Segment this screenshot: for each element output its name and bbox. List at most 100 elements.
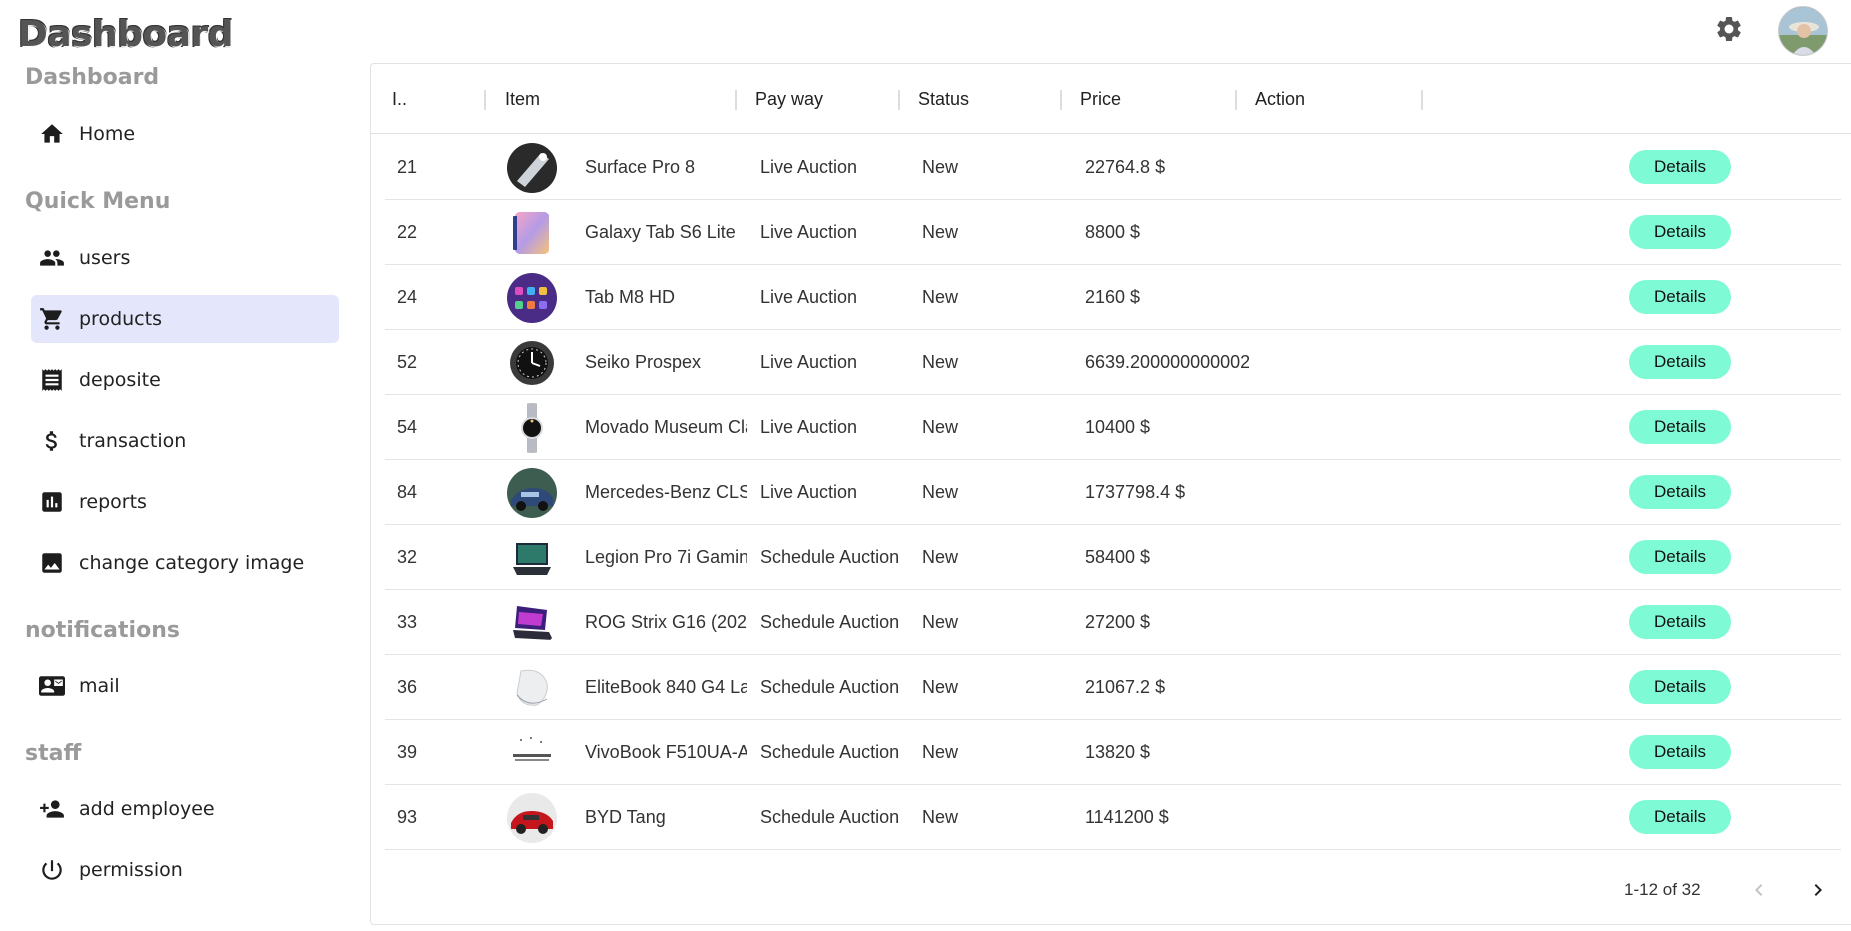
pagination-range: 1-12 of 32: [1624, 880, 1701, 899]
chevron-right-icon[interactable]: [1804, 876, 1832, 904]
table-row[interactable]: 52 Seiko Prospex Live Auction New 6639.2…: [385, 330, 1841, 395]
shopping-cart-icon: [31, 306, 75, 332]
table-row[interactable]: 36 EliteBook 840 G4 La Schedule Auction …: [385, 655, 1841, 720]
product-thumbnail: [507, 793, 557, 843]
sidebar-item-users[interactable]: users: [31, 234, 339, 282]
table-row[interactable]: 84 Mercedes-Benz CLS Live Auction New 17…: [385, 460, 1841, 525]
section-title-quick-menu: Quick Menu: [25, 189, 171, 214]
column-separator[interactable]: [898, 90, 900, 110]
sidebar-item-label: users: [79, 247, 131, 269]
column-header-price[interactable]: Price: [1080, 64, 1121, 134]
product-thumbnail: [507, 143, 557, 193]
sidebar-item-label: Home: [79, 123, 136, 145]
sidebar-item-products[interactable]: products: [31, 295, 339, 343]
column-header-id[interactable]: I..: [392, 64, 407, 134]
product-thumbnail: [507, 403, 557, 453]
cell-status: New: [922, 222, 959, 242]
details-button[interactable]: Details: [1629, 280, 1731, 314]
sidebar-item-add-employee[interactable]: add employee: [31, 785, 339, 833]
gear-icon[interactable]: [1714, 14, 1744, 44]
cell-pay-way: Live Auction: [760, 482, 858, 502]
cell-price: 6639.200000000002: [1085, 352, 1249, 372]
person-add-icon: [31, 796, 75, 822]
cell-pay-way: Schedule Auction: [760, 547, 900, 567]
details-button[interactable]: Details: [1629, 540, 1731, 574]
table-row[interactable]: 33 ROG Strix G16 (202 Schedule Auction N…: [385, 590, 1841, 655]
details-button[interactable]: Details: [1629, 800, 1731, 834]
product-thumbnail: [507, 273, 557, 323]
details-button[interactable]: Details: [1629, 670, 1731, 704]
table-row-partial[interactable]: [385, 850, 1841, 857]
sidebar-item-transaction[interactable]: transaction: [31, 417, 339, 465]
cell-price: 27200 $: [1085, 612, 1151, 632]
column-separator[interactable]: [1421, 90, 1423, 110]
table-row[interactable]: 32 Legion Pro 7i Gamin Schedule Auction …: [385, 525, 1841, 590]
dashboard-app: Dashboard Dashboard Home Quick Menu user…: [0, 0, 1851, 931]
cell-id: 21: [397, 157, 418, 177]
column-separator[interactable]: [484, 90, 486, 110]
table-row[interactable]: 21 Surface Pro 8 Live Auction New 22764.…: [385, 135, 1841, 200]
table-row[interactable]: 24 Tab M8 HD Live Auction New 2160 $ Det…: [385, 265, 1841, 330]
cell-id: 84: [397, 482, 418, 502]
cell-pay-way: Live Auction: [760, 157, 858, 177]
cell-id: 54: [397, 417, 418, 437]
cell-id: 32: [397, 547, 418, 567]
details-button[interactable]: Details: [1629, 410, 1731, 444]
chevron-left-icon[interactable]: [1745, 876, 1773, 904]
cell-item: Galaxy Tab S6 Lite: [585, 222, 736, 242]
column-separator[interactable]: [1060, 90, 1062, 110]
details-button[interactable]: Details: [1629, 735, 1731, 769]
cell-id: 39: [397, 742, 418, 762]
sidebar-item-home[interactable]: Home: [31, 110, 339, 158]
cell-pay-way: Schedule Auction: [760, 742, 900, 762]
bar-chart-icon: [31, 489, 75, 515]
cell-price: 10400 $: [1085, 417, 1151, 437]
sidebar-item-deposite[interactable]: deposite: [31, 356, 339, 404]
column-header-action[interactable]: Action: [1255, 64, 1305, 134]
column-header-pay-way[interactable]: Pay way: [755, 64, 823, 134]
product-thumbnail: [507, 208, 557, 258]
table-body: 21 Surface Pro 8 Live Auction New 22764.…: [385, 135, 1841, 857]
cell-status: New: [922, 547, 959, 567]
column-header-item[interactable]: Item: [505, 64, 540, 134]
column-separator[interactable]: [1235, 90, 1237, 110]
sidebar-item-label: change category image: [79, 552, 305, 574]
details-button[interactable]: Details: [1629, 215, 1731, 249]
sidebar-item-change-category-image[interactable]: change category image: [31, 539, 339, 587]
cell-status: New: [922, 612, 959, 632]
table-row[interactable]: 39 VivoBook F510UA-A Schedule Auction Ne…: [385, 720, 1841, 785]
section-title-notifications: notifications: [25, 618, 180, 643]
column-header-status[interactable]: Status: [918, 64, 969, 134]
product-thumbnail: [507, 663, 557, 713]
table-header: I.. Item Pay way Status Price Action: [371, 64, 1851, 134]
user-avatar[interactable]: [1778, 6, 1828, 56]
cell-status: New: [922, 352, 959, 372]
sidebar-item-reports[interactable]: reports: [31, 478, 339, 526]
cell-price: 22764.8 $: [1085, 157, 1166, 177]
cell-price: 13820 $: [1085, 742, 1151, 762]
sidebar-item-permission[interactable]: permission: [31, 846, 339, 894]
section-title-staff: staff: [25, 741, 82, 766]
details-button[interactable]: Details: [1629, 605, 1731, 639]
cell-id: 52: [397, 352, 418, 372]
table-row[interactable]: 22 Galaxy Tab S6 Lite Live Auction New 8…: [385, 200, 1841, 265]
sidebar: Dashboard Home Quick Menu users products…: [0, 60, 360, 931]
cell-status: New: [922, 287, 959, 307]
cell-id: 36: [397, 677, 418, 697]
contact-mail-icon: [31, 673, 75, 699]
details-button[interactable]: Details: [1629, 150, 1731, 184]
details-button[interactable]: Details: [1629, 345, 1731, 379]
column-separator[interactable]: [735, 90, 737, 110]
cell-pay-way: Live Auction: [760, 417, 858, 437]
product-thumbnail: [507, 728, 557, 778]
details-button[interactable]: Details: [1629, 475, 1731, 509]
cell-price: 1737798.4 $: [1085, 482, 1186, 502]
cell-item: ROG Strix G16 (202: [585, 612, 747, 632]
sidebar-item-label: transaction: [79, 430, 187, 452]
sidebar-item-label: products: [79, 308, 162, 330]
cell-item: Mercedes-Benz CLS: [585, 482, 747, 502]
sidebar-item-mail[interactable]: mail: [31, 662, 339, 710]
cell-item: Seiko Prospex: [585, 352, 702, 372]
table-row[interactable]: 93 BYD Tang Schedule Auction New 1141200…: [385, 785, 1841, 850]
table-row[interactable]: 54 Movado Museum Cla Live Auction New 10…: [385, 395, 1841, 460]
